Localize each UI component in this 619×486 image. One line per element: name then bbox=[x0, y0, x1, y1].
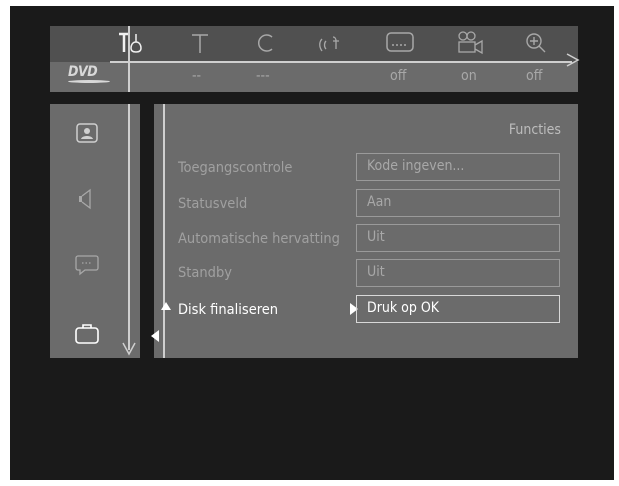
title-icon[interactable] bbox=[182, 28, 218, 58]
arrow-right-icon bbox=[566, 53, 580, 67]
dvd-logo: DVD bbox=[68, 64, 112, 90]
features-icon[interactable] bbox=[72, 318, 102, 348]
panel-title: Functies bbox=[508, 122, 561, 138]
setting-label-finalize-disc[interactable]: Disk finaliseren bbox=[178, 302, 278, 318]
zoom-icon[interactable] bbox=[518, 28, 554, 58]
setting-value-status-field[interactable]: Aan bbox=[356, 189, 560, 217]
setting-value-access-control[interactable]: Kode ingeven... bbox=[356, 153, 560, 181]
chapter-icon[interactable] bbox=[247, 28, 283, 58]
features-axis bbox=[163, 104, 165, 358]
language-icon[interactable] bbox=[72, 250, 102, 280]
tools-icon[interactable] bbox=[112, 28, 148, 58]
audio-icon[interactable] bbox=[312, 28, 348, 58]
setting-value-auto-resume[interactable]: Uit bbox=[356, 224, 560, 252]
side-menu-axis bbox=[128, 104, 130, 350]
angle-icon[interactable] bbox=[452, 28, 488, 58]
setting-label-status-field[interactable]: Statusveld bbox=[178, 196, 247, 212]
subtitle-value: off bbox=[390, 68, 407, 84]
chapter-value: --- bbox=[256, 68, 270, 84]
menu-axis-vertical bbox=[128, 26, 130, 92]
sound-icon[interactable] bbox=[72, 184, 102, 214]
title-value: -- bbox=[192, 68, 202, 84]
zoom-value: off bbox=[526, 68, 543, 84]
arrow-left-icon bbox=[151, 330, 159, 342]
menu-axis-horizontal bbox=[110, 61, 572, 63]
angle-value: on bbox=[461, 68, 477, 84]
setting-label-standby[interactable]: Standby bbox=[178, 265, 232, 281]
setting-label-auto-resume[interactable]: Automatische hervatting bbox=[178, 231, 340, 247]
setting-value-standby[interactable]: Uit bbox=[356, 259, 560, 287]
setting-value-finalize-disc[interactable]: Druk op OK bbox=[356, 295, 560, 323]
arrow-down-icon bbox=[122, 342, 136, 356]
setting-label-access-control[interactable]: Toegangscontrole bbox=[178, 160, 292, 176]
picture-icon[interactable] bbox=[72, 118, 102, 148]
subtitle-icon[interactable] bbox=[382, 28, 418, 58]
selection-up-icon bbox=[161, 302, 171, 310]
